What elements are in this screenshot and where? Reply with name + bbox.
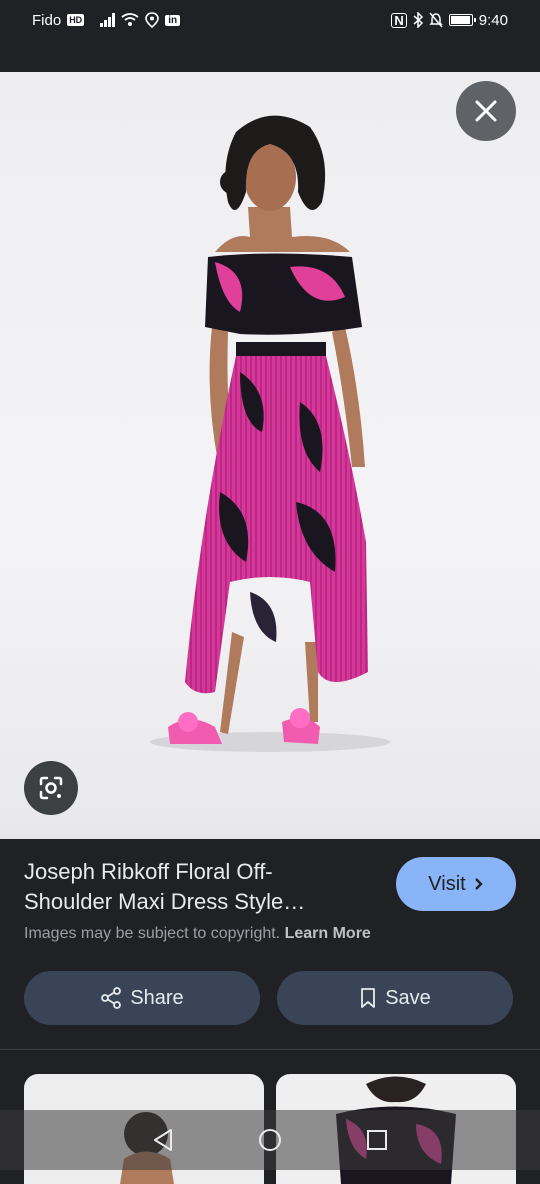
share-icon — [101, 987, 122, 1009]
result-info-panel: Joseph Ribkoff Floral Off- Shoulder Maxi… — [0, 839, 540, 1049]
nfc-icon: N — [391, 12, 407, 28]
image-viewer[interactable] — [0, 72, 540, 839]
bookmark-icon — [361, 988, 376, 1008]
copyright-text: Images may be subject to copyright. — [24, 925, 281, 942]
google-lens-button[interactable] — [24, 761, 78, 815]
chevron-right-icon — [474, 878, 483, 890]
status-bar: Fido HD in N 9:40 — [0, 0, 540, 40]
visit-label: Visit — [428, 872, 466, 895]
copyright-notice: Images may be subject to copyright. Lear… — [24, 925, 371, 943]
system-nav-bar — [0, 1110, 540, 1170]
share-button[interactable]: Share — [24, 971, 260, 1025]
home-icon[interactable] — [258, 1128, 282, 1152]
visit-button[interactable]: Visit — [396, 857, 516, 911]
recents-icon[interactable] — [366, 1129, 388, 1151]
share-label: Share — [130, 986, 184, 1009]
close-button[interactable] — [456, 81, 516, 141]
save-label: Save — [385, 986, 431, 1009]
location-icon — [145, 12, 159, 28]
save-button[interactable]: Save — [277, 971, 513, 1025]
product-photo[interactable] — [0, 72, 540, 839]
back-icon[interactable] — [152, 1128, 174, 1152]
clock: 9:40 — [478, 11, 508, 29]
title-line-2: Shoulder Maxi Dress Style… — [24, 889, 306, 914]
top-spacer — [0, 40, 540, 72]
title-line-1: Joseph Ribkoff Floral Off- — [24, 859, 273, 884]
linkedin-icon: in — [165, 14, 181, 26]
status-left: Fido HD in — [32, 11, 181, 29]
close-icon — [475, 100, 497, 122]
battery-icon — [448, 14, 476, 26]
mute-bell-icon — [428, 12, 443, 28]
result-title[interactable]: Joseph Ribkoff Floral Off- Shoulder Maxi… — [24, 857, 364, 917]
status-right: N 9:40 — [391, 12, 508, 29]
carrier-name: Fido — [32, 11, 62, 29]
google-lens-icon — [39, 776, 63, 800]
hd-badge: HD — [67, 14, 85, 26]
divider — [0, 1049, 540, 1050]
learn-more-link[interactable]: Learn More — [285, 925, 371, 942]
wifi-icon — [121, 13, 139, 26]
signal-icon — [100, 13, 116, 27]
bluetooth-icon — [413, 12, 423, 28]
